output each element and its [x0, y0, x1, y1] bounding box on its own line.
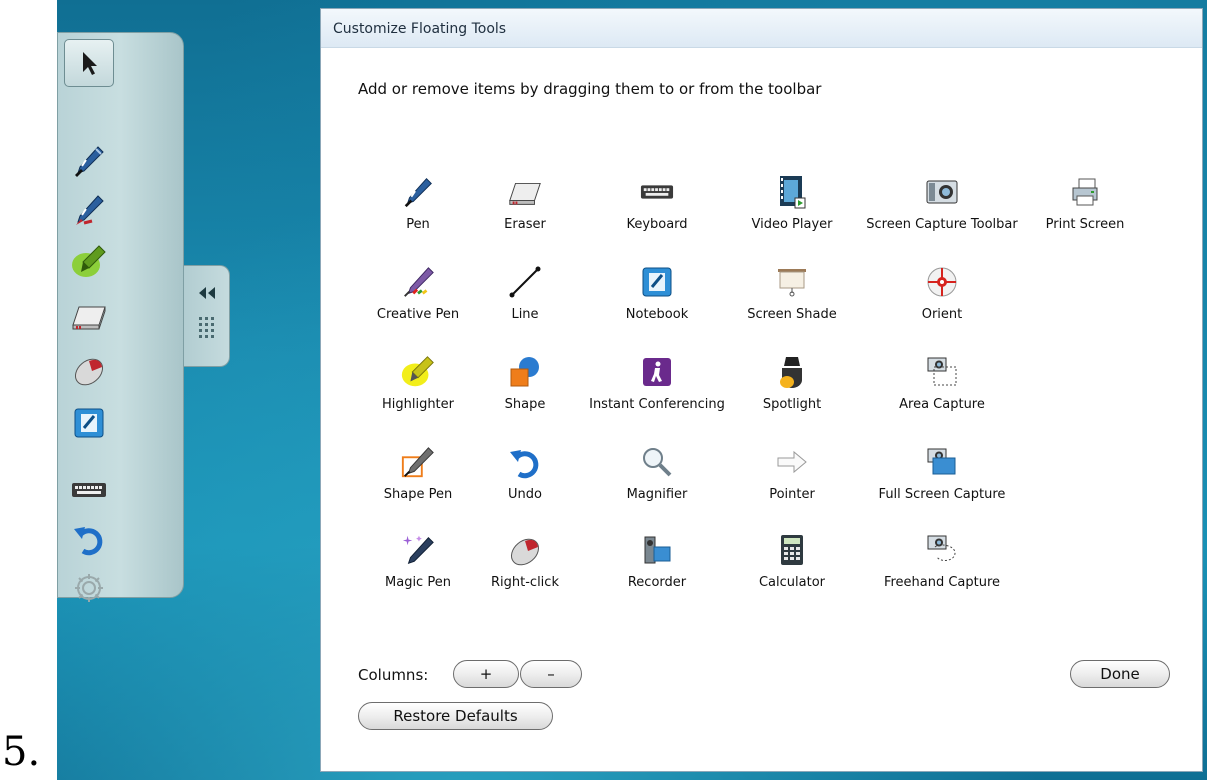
columns-label: Columns: [358, 666, 429, 684]
undo-icon [506, 443, 544, 481]
tool-item-area-capture[interactable]: Area Capture [857, 353, 1027, 427]
tool-item-label: Orient [921, 307, 963, 322]
tool-item-label: Spotlight [762, 397, 822, 412]
double-chevron-left-icon [199, 287, 215, 299]
tool-item-orient[interactable]: Orient [857, 263, 1027, 337]
tool-item-label: Area Capture [899, 397, 985, 412]
creative-pen-icon [399, 263, 437, 301]
magnifier-icon [638, 443, 676, 481]
tool-item-calculator[interactable]: Calculator [707, 531, 877, 605]
calculator-icon [773, 531, 811, 569]
highlighter-icon [399, 353, 437, 391]
columns-minus-button[interactable]: – [520, 660, 582, 688]
tool-item-label: Full Screen Capture [878, 487, 1006, 502]
line-icon [506, 263, 544, 301]
keyboard-icon [638, 173, 676, 211]
highlighter-icon[interactable] [64, 238, 114, 286]
creative-pen-icon[interactable] [64, 186, 114, 234]
area-capture-icon [923, 353, 961, 391]
tool-item-label: Screen Shade [747, 307, 837, 322]
tool-item-full-screen-capture[interactable]: Full Screen Capture [857, 443, 1027, 517]
tool-item-label: Freehand Capture [883, 575, 1001, 590]
orient-target-icon [923, 263, 961, 301]
step-number: 5. [2, 729, 41, 775]
toolbar-collapse-tab[interactable] [184, 265, 230, 367]
camera-icon [923, 173, 961, 211]
video-player-icon [773, 173, 811, 211]
pen-icon[interactable] [64, 137, 114, 185]
eraser-icon [506, 173, 544, 211]
spotlight-icon [773, 353, 811, 391]
shape-icon [506, 353, 544, 391]
tool-item-screen-shade[interactable]: Screen Shade [707, 263, 877, 337]
freehand-capture-icon [923, 531, 961, 569]
grip-dots-icon [199, 317, 214, 338]
pointer-arrow-icon [773, 443, 811, 481]
floating-toolbar [57, 32, 184, 602]
settings-gear-icon[interactable] [64, 564, 114, 612]
tool-item-spotlight[interactable]: Spotlight [707, 353, 877, 427]
restore-defaults-button[interactable]: Restore Defaults [358, 702, 553, 730]
shape-pen-icon [399, 443, 437, 481]
notebook-icon[interactable] [64, 399, 114, 447]
tool-item-pointer[interactable]: Pointer [707, 443, 877, 517]
pen-icon [399, 173, 437, 211]
tool-item-video-player[interactable]: Video Player [707, 173, 877, 247]
notebook-icon [638, 263, 676, 301]
screen-shade-icon [773, 263, 811, 301]
columns-plus-button[interactable]: + [453, 660, 519, 688]
keyboard-icon[interactable] [64, 466, 114, 514]
right-click-icon[interactable] [64, 346, 114, 394]
conferencing-icon [638, 353, 676, 391]
right-click-icon [506, 531, 544, 569]
tool-item-label: Pointer [769, 487, 815, 502]
tool-item-label: Print Screen [1045, 217, 1125, 232]
tool-item-label: Calculator [758, 575, 825, 590]
tool-items-grid: Pen Eraser Keyboard Video Player Screen … [321, 9, 1202, 771]
tool-item-print-screen[interactable]: Print Screen [1000, 173, 1170, 247]
tool-item-label: Video Player [751, 217, 833, 232]
full-screen-capture-icon [923, 443, 961, 481]
select-arrow-icon[interactable] [64, 39, 114, 87]
magic-pen-icon [399, 531, 437, 569]
printer-icon [1066, 173, 1104, 211]
done-button[interactable]: Done [1070, 660, 1170, 688]
recorder-icon [638, 531, 676, 569]
eraser-icon[interactable] [64, 292, 114, 340]
tool-item-freehand-capture[interactable]: Freehand Capture [857, 531, 1027, 605]
undo-icon[interactable] [64, 515, 114, 563]
customize-floating-tools-dialog: Customize Floating Tools Add or remove i… [320, 8, 1203, 772]
